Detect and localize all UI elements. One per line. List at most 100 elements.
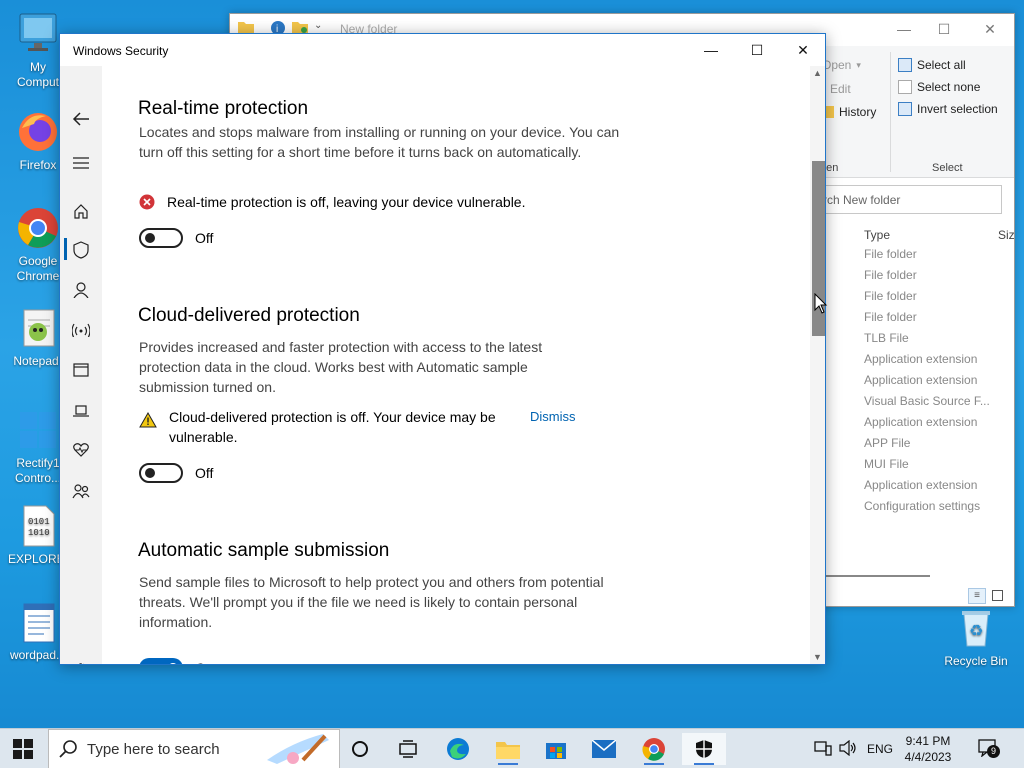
horizontal-scrollbar[interactable] xyxy=(826,575,930,577)
navigation-sidebar xyxy=(60,66,102,664)
list-item[interactable]: TLB File xyxy=(864,328,990,349)
window-title: Windows Security xyxy=(73,44,169,58)
large-icons-view-icon[interactable] xyxy=(992,590,1003,601)
section-heading: Cloud-delivered protection xyxy=(138,305,360,326)
active-nav-indicator xyxy=(64,238,67,260)
file-explorer-taskbar-button[interactable] xyxy=(490,733,526,765)
wordpad-icon xyxy=(16,600,60,644)
microsoft-store-taskbar-button[interactable] xyxy=(538,733,574,765)
minimize-button[interactable]: ― xyxy=(688,38,734,62)
select-all-button[interactable]: Select all xyxy=(898,58,966,72)
toggle-state-label: On xyxy=(195,660,214,664)
dismiss-link[interactable]: Dismiss xyxy=(530,409,576,424)
language-indicator[interactable]: ENG xyxy=(860,742,900,756)
select-all-icon xyxy=(898,58,912,72)
home-icon[interactable] xyxy=(70,200,92,222)
task-view-button[interactable] xyxy=(390,733,426,765)
windows-start-icon xyxy=(13,739,33,759)
select-none-icon xyxy=(898,80,912,94)
list-item[interactable]: Application extension xyxy=(864,412,990,433)
svg-text:♻: ♻ xyxy=(969,623,983,640)
recycle-bin-icon: ♻ xyxy=(954,606,998,650)
status-message: Cloud-delivered protection is off. Your … xyxy=(139,407,529,447)
new-folder-icon[interactable] xyxy=(292,20,308,34)
desktop-icon-recycle-bin[interactable]: ♻ Recycle Bin xyxy=(944,606,1008,669)
scroll-up-icon[interactable]: ▲ xyxy=(813,68,822,78)
scroll-down-icon[interactable]: ▼ xyxy=(813,652,822,662)
windows-logo-icon xyxy=(16,408,60,452)
chevron-down-icon[interactable]: ⌄ xyxy=(314,20,330,34)
history-button[interactable]: History xyxy=(820,105,876,119)
list-item[interactable]: Application extension xyxy=(864,349,990,370)
toggle-state-label: Off xyxy=(195,465,214,481)
windows-security-window[interactable]: Windows Security ― ☐ ✕ Real-time protect… xyxy=(59,33,826,665)
warning-icon xyxy=(139,411,157,433)
maximize-button[interactable]: ☐ xyxy=(734,38,780,62)
account-person-icon[interactable] xyxy=(70,279,92,301)
toggle-state-label: Off xyxy=(195,230,214,246)
section-description: Provides increased and faster protection… xyxy=(139,339,543,395)
list-item[interactable]: MUI File xyxy=(864,454,990,475)
windows-security-taskbar-button[interactable] xyxy=(682,733,726,765)
list-item[interactable]: File folder xyxy=(864,307,990,328)
column-header-type[interactable]: Type xyxy=(864,228,890,242)
automatic-sample-submission-toggle[interactable] xyxy=(139,658,183,664)
section-heading: Real-time protection xyxy=(138,98,309,119)
open-button[interactable]: Open ▾ xyxy=(822,58,861,72)
select-none-button[interactable]: Select none xyxy=(898,80,980,94)
clock[interactable]: 9:41 PM 4/4/2023 xyxy=(898,733,958,765)
vertical-scrollbar[interactable]: ▲ ▼ xyxy=(810,66,825,664)
back-arrow-icon[interactable] xyxy=(70,108,92,130)
list-item[interactable]: File folder xyxy=(864,244,990,265)
list-item[interactable]: Application extension xyxy=(864,370,990,391)
list-item[interactable]: Configuration settings xyxy=(864,496,990,517)
list-item[interactable]: APP File xyxy=(864,433,990,454)
edge-taskbar-button[interactable] xyxy=(440,733,476,765)
device-security-laptop-icon[interactable] xyxy=(70,400,92,422)
close-button[interactable]: ✕ xyxy=(980,19,1000,39)
device-health-heart-icon[interactable] xyxy=(70,439,92,461)
mail-taskbar-button[interactable] xyxy=(586,733,622,765)
column-header-size[interactable]: Siz xyxy=(998,228,1014,242)
list-item[interactable]: File folder xyxy=(864,265,990,286)
volume-icon[interactable] xyxy=(836,739,860,759)
virus-protection-shield-icon[interactable] xyxy=(70,239,92,261)
invert-selection-button[interactable]: Invert selection xyxy=(898,102,998,116)
family-options-icon[interactable] xyxy=(70,480,92,502)
clock-time: 9:41 PM xyxy=(905,734,951,748)
status-message: Real-time protection is off, leaving you… xyxy=(139,192,587,215)
select-section-label: Select xyxy=(932,162,963,174)
chrome-taskbar-button[interactable] xyxy=(636,733,672,765)
svg-text:0101: 0101 xyxy=(28,517,50,527)
explorer-search-input[interactable]: rch New folder xyxy=(820,185,1002,214)
device-icon[interactable] xyxy=(810,740,836,759)
list-item[interactable]: File folder xyxy=(864,286,990,307)
start-button[interactable] xyxy=(4,733,42,765)
app-browser-control-icon[interactable] xyxy=(70,359,92,381)
list-item[interactable]: Visual Basic Source F... xyxy=(864,391,990,412)
settings-gear-icon[interactable] xyxy=(70,659,92,664)
taskbar-search-box[interactable]: Type here to search xyxy=(48,729,340,768)
details-view-icon[interactable]: ≡ xyxy=(968,588,986,604)
firewall-network-icon[interactable] xyxy=(70,319,92,341)
cloud-delivered-protection-toggle[interactable] xyxy=(139,463,183,483)
maximize-button[interactable]: ☐ xyxy=(934,19,954,39)
info-icon[interactable]: i xyxy=(270,20,286,35)
chrome-icon xyxy=(642,738,665,761)
hamburger-menu-icon[interactable] xyxy=(70,152,92,174)
binary-file-icon: 0101 1010 xyxy=(16,504,60,548)
chrome-icon xyxy=(16,206,60,250)
notification-center-button[interactable]: 9 xyxy=(978,739,1000,759)
list-item[interactable]: Application extension xyxy=(864,475,990,496)
clock-date: 4/4/2023 xyxy=(904,750,952,764)
cortana-button[interactable] xyxy=(342,733,378,765)
real-time-protection-toggle[interactable] xyxy=(139,228,183,248)
minimize-button[interactable]: ― xyxy=(894,19,914,39)
status-text: Real-time protection is off, leaving you… xyxy=(167,194,526,210)
close-button[interactable]: ✕ xyxy=(780,38,825,62)
store-icon xyxy=(546,743,566,759)
edge-icon xyxy=(447,738,469,760)
system-tray: ENG xyxy=(810,729,900,768)
invert-selection-icon xyxy=(898,102,912,116)
edit-button[interactable]: Edit xyxy=(830,82,851,96)
